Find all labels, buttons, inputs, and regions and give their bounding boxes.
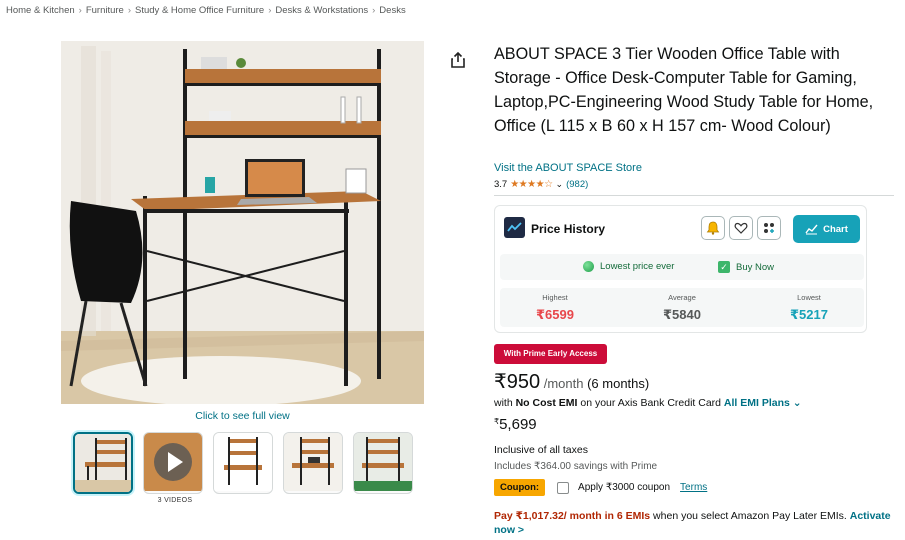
star-icon[interactable]: ★★★★☆	[510, 179, 553, 190]
share-icon[interactable]	[449, 51, 467, 69]
breadcrumb-separator: ›	[78, 5, 82, 16]
pay-later-amount: ₹1,017.32/ month in 6 EMIs	[515, 510, 651, 522]
stat-average: Average ₹5840	[627, 293, 737, 323]
stat-average-value: ₹5840	[663, 307, 701, 322]
pay-later-offer: Pay ₹1,017.32/ month in 6 EMIs when you …	[494, 509, 899, 537]
prime-early-access-badge: With Prime Early Access	[494, 344, 607, 364]
chart-button-label: Chart	[823, 223, 848, 235]
check-icon: ✓	[718, 261, 730, 273]
chart-button[interactable]: Chart	[793, 215, 860, 243]
mrp-currency: ₹	[494, 417, 500, 426]
price-history-logo-icon	[504, 217, 525, 238]
lowest-ever-label: Lowest price ever	[600, 261, 675, 272]
grid-icon[interactable]	[757, 216, 781, 240]
breadcrumb-item-desks-workstations[interactable]: Desks & Workstations	[275, 5, 368, 16]
mrp-price: ₹5,699	[494, 416, 537, 433]
breadcrumb-item-desks[interactable]: Desks	[379, 5, 405, 16]
breadcrumb-separator: ›	[127, 5, 132, 16]
stat-average-label: Average	[668, 293, 696, 302]
chevron-down-icon[interactable]: ⌄	[556, 179, 564, 190]
breadcrumb-item-furniture[interactable]: Furniture	[86, 5, 124, 16]
divider	[494, 195, 894, 196]
breadcrumb-separator: ›	[268, 5, 272, 16]
play-icon	[144, 433, 202, 491]
no-cost-emi-bold: No Cost EMI	[515, 397, 578, 409]
emi-term: (6 months)	[587, 376, 650, 391]
rating-row: 3.7 ★★★★☆ ⌄ (982)	[494, 179, 588, 190]
coupon-row: Coupon: Apply ₹3000 coupon Terms	[494, 479, 707, 496]
pay-later-prefix: Pay	[494, 510, 516, 522]
thumbnail-video[interactable]	[143, 432, 203, 494]
no-cost-suffix: on your Axis Bank Credit Card	[577, 397, 724, 409]
stat-highest-label: Highest	[542, 293, 568, 302]
emi-suffix: /month	[543, 376, 584, 391]
bell-icon[interactable]	[701, 216, 725, 240]
heart-icon[interactable]	[729, 216, 753, 240]
thumbnail-desk-icon	[75, 434, 131, 492]
prime-savings-note: Includes ₹364.00 savings with Prime	[494, 461, 658, 472]
thumbnail-desk-icon	[354, 433, 412, 491]
thumbnail-desk-icon	[214, 433, 272, 491]
no-cost-prefix: with	[494, 397, 516, 409]
stat-highest: Highest ₹6599	[500, 293, 610, 323]
stat-lowest-label: Lowest	[797, 293, 821, 302]
price-status-row: Lowest price ever ✓ Buy Now	[500, 254, 864, 280]
emi-price: ₹950 /month (6 months)	[494, 369, 649, 394]
desk-photo	[61, 41, 424, 404]
rating-count[interactable]: (982)	[566, 179, 588, 190]
coupon-text: Apply ₹3000 coupon	[578, 482, 671, 493]
product-title: ABOUT SPACE 3 Tier Wooden Office Table w…	[494, 45, 874, 135]
thumbnail-desk-icon	[284, 433, 342, 491]
thumbnail-4[interactable]	[283, 432, 343, 494]
price-stats: Highest ₹6599 Average ₹5840 Lowest ₹5217	[500, 288, 864, 327]
thumbnail-5[interactable]	[353, 432, 413, 494]
breadcrumb-item-home-kitchen[interactable]: Home & Kitchen	[6, 5, 75, 16]
breadcrumb: Home & Kitchen › Furniture › Study & Home Of…	[6, 5, 406, 16]
green-dot-icon	[583, 261, 594, 272]
stat-lowest: Lowest ₹5217	[754, 293, 864, 323]
thumbnail-3[interactable]	[213, 432, 273, 494]
price-history-title: Price History	[531, 222, 606, 236]
mrp-value: 5,699	[499, 416, 537, 433]
main-product-image[interactable]	[61, 41, 424, 404]
full-view-link[interactable]: Click to see full view	[61, 410, 424, 422]
rating-value: 3.7	[494, 179, 508, 190]
no-cost-emi-line: with No Cost EMI on your Axis Bank Credi…	[494, 397, 802, 409]
breadcrumb-separator: ›	[372, 5, 376, 16]
stat-lowest-value: ₹5217	[790, 307, 828, 322]
chevron-down-icon: ⌄	[792, 397, 802, 409]
chart-icon	[805, 224, 818, 234]
stat-highest-value: ₹6599	[536, 307, 574, 322]
lowest-ever-indicator: Lowest price ever	[583, 261, 674, 272]
price-history-card: Price History Chart Lowest price ever ✓ …	[494, 205, 867, 333]
coupon-checkbox[interactable]	[557, 481, 570, 494]
buy-now-label: Buy Now	[736, 261, 775, 273]
emi-amount: ₹950	[494, 371, 541, 393]
all-emi-plans-link[interactable]: All EMI Plans ⌄	[724, 397, 802, 409]
buy-now-indicator: ✓ Buy Now	[718, 261, 774, 273]
coupon-tag: Coupon:	[494, 479, 546, 496]
store-link[interactable]: Visit the ABOUT SPACE Store	[494, 162, 642, 174]
breadcrumb-item-study-home-office[interactable]: Study & Home Office Furniture	[135, 5, 264, 16]
all-emi-plans-label: All EMI Plans	[723, 397, 790, 409]
videos-count-label: 3 VIDEOS	[157, 497, 193, 504]
thumbnail-1[interactable]	[73, 432, 133, 494]
taxes-note: Inclusive of all taxes	[494, 444, 588, 456]
coupon-terms-link[interactable]: Terms	[680, 482, 707, 493]
pay-later-middle: when you select Amazon Pay Later EMIs.	[650, 510, 850, 522]
